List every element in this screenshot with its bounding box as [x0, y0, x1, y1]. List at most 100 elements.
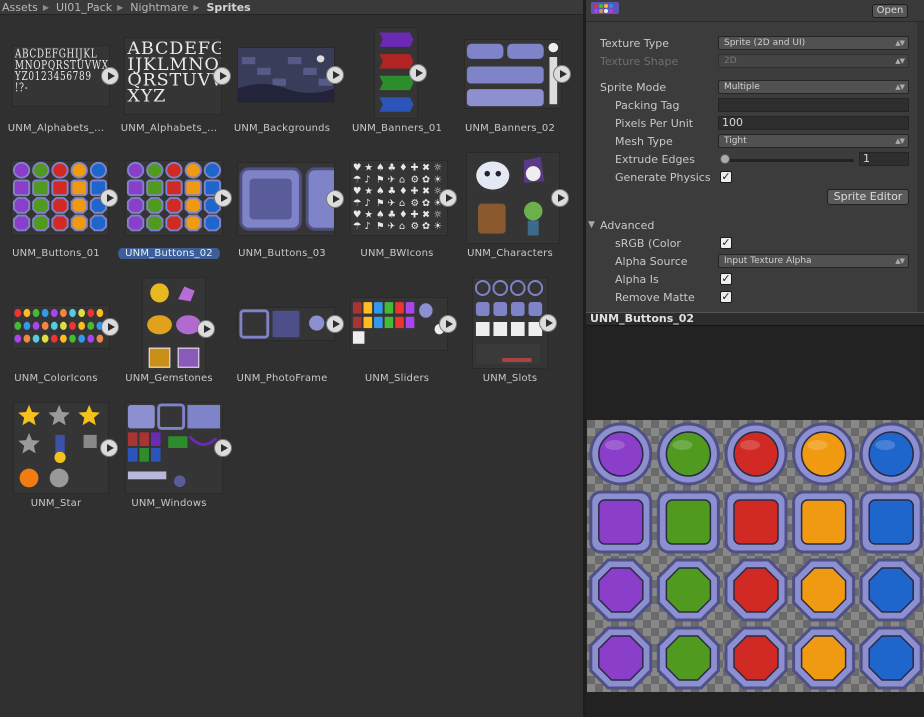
- sprite-mode-dropdown[interactable]: Multiple ▲▼: [718, 80, 909, 94]
- svg-text:♦: ♦: [399, 163, 408, 174]
- sprite-button: [589, 490, 653, 554]
- breadcrumb-ui01-pack[interactable]: UI01_Pack: [54, 1, 112, 14]
- asset-thumbnail[interactable]: ABCDEFGHIJKLMNOPQRSTUVWXYZ: [124, 37, 222, 115]
- asset-tile[interactable]: UNM_Characters: [454, 152, 569, 264]
- advanced-label: Advanced: [600, 219, 655, 232]
- inspector-header: Open: [586, 0, 924, 22]
- svg-text:♣: ♣: [387, 209, 396, 220]
- expand-sprites-icon[interactable]: [551, 189, 569, 207]
- svg-text:✿: ✿: [422, 174, 430, 185]
- svg-text:♪: ♪: [364, 174, 370, 185]
- asset-tile[interactable]: UNM_Banners_02: [454, 27, 571, 139]
- asset-name: UNM_PhotoFrame: [226, 373, 338, 384]
- asset-thumbnail[interactable]: [237, 307, 335, 341]
- asset-tile[interactable]: UNM_Buttons_03: [226, 152, 344, 264]
- asset-thumbnail[interactable]: [472, 277, 548, 369]
- svg-text:☼: ☼: [434, 163, 443, 174]
- foldout-arrow-icon[interactable]: ▼: [588, 220, 595, 230]
- asset-thumbnail[interactable]: [466, 152, 560, 244]
- mesh-type-row: Mesh Type Tight ▲▼: [586, 133, 924, 151]
- texture-type-dropdown[interactable]: Sprite (2D and UI) ▲▼: [718, 36, 909, 50]
- texture-shape-dropdown: 2D ▲▼: [718, 54, 909, 68]
- asset-name-text: UNM_Buttons_03: [238, 248, 326, 259]
- srgb-checkbox[interactable]: ✓: [720, 237, 732, 249]
- asset-tile[interactable]: UNM_Star: [0, 402, 118, 514]
- sprite-editor-button[interactable]: Sprite Editor: [827, 189, 909, 205]
- remove-matte-checkbox[interactable]: ✓: [720, 291, 732, 303]
- asset-tile[interactable]: UNM_PhotoFrame: [226, 277, 344, 389]
- sprite-button: [656, 422, 720, 486]
- svg-text:⌂: ⌂: [399, 198, 405, 209]
- alpha-source-label: Alpha Source: [615, 255, 688, 268]
- asset-tile[interactable]: UNM_Gemstones: [113, 277, 225, 389]
- inspector-scrollbar[interactable]: [917, 22, 924, 312]
- expand-sprites-icon[interactable]: [553, 65, 571, 83]
- asset-tile[interactable]: UNM_Banners_01: [341, 27, 453, 139]
- asset-name: UNM_Sliders: [341, 373, 453, 384]
- alpha-is-checkbox[interactable]: ✓: [720, 273, 732, 285]
- asset-thumbnail[interactable]: ABCDEFGHIJKL MNOPQRSTUVWX YZ0123456789 !?-: [12, 45, 110, 107]
- svg-text:♥: ♥: [353, 163, 362, 174]
- breadcrumb-separator-icon: ▶: [117, 2, 124, 12]
- svg-text:☀: ☀: [434, 174, 443, 185]
- expand-sprites-icon[interactable]: [197, 320, 215, 338]
- extrude-edges-slider-knob[interactable]: [720, 154, 730, 164]
- asset-name-text: UNM_Alphabets_...: [7, 123, 105, 134]
- open-button[interactable]: Open: [872, 4, 908, 18]
- packing-tag-row: Packing Tag: [586, 97, 924, 115]
- asset-thumbnail[interactable]: [237, 162, 335, 236]
- asset-tile[interactable]: UNM_Sliders: [341, 277, 457, 389]
- texture-type-label: Texture Type: [600, 37, 670, 50]
- asset-thumbnail[interactable]: ♥ ★ ♠ ♣ ♦ ✚ ✖ ☼ ☂ ♪ ⚑ ✈ ⌂ ⚙ ✿ ☀ ♥ ★ ♠ ♣ ♦ ✚ ✖ ☼ ☂ ♪ ⚑ ✈ ⌂ ⚙ ✿ ☀ ♥ ★ ♠ ♣ ♦ ✚ ✖ ☼…: [350, 160, 448, 236]
- asset-tile[interactable]: UNM_ColorIcons: [0, 277, 119, 389]
- svg-text:✚: ✚: [411, 186, 419, 197]
- sprite-button: [859, 490, 923, 554]
- svg-text:!?-: !?-: [15, 81, 28, 95]
- extrude-edges-label: Extrude Edges: [615, 153, 695, 166]
- breadcrumb-nightmare[interactable]: Nightmare: [128, 1, 188, 14]
- packing-tag-input[interactable]: [718, 98, 909, 112]
- mesh-type-dropdown[interactable]: Tight ▲▼: [718, 134, 909, 148]
- alpha-source-dropdown[interactable]: Input Texture Alpha ▲▼: [718, 254, 909, 268]
- svg-text:♠: ♠: [376, 186, 385, 197]
- asset-name: UNM_Banners_01: [341, 123, 453, 134]
- asset-tile[interactable]: UNM_Windows: [113, 402, 232, 514]
- extrude-edges-input[interactable]: 1: [859, 152, 909, 166]
- svg-text:⚑: ⚑: [376, 198, 385, 209]
- asset-tile[interactable]: UNM_Backgrounds: [226, 27, 344, 139]
- asset-tile[interactable]: UNM_Slots: [454, 277, 566, 389]
- dropdown-arrows-icon: ▲▼: [895, 257, 905, 265]
- asset-thumbnail[interactable]: [13, 402, 109, 494]
- pixels-per-unit-input[interactable]: 100: [718, 116, 909, 130]
- expand-sprites-icon[interactable]: [214, 439, 232, 457]
- asset-thumbnail[interactable]: [125, 402, 223, 494]
- svg-text:★: ★: [364, 209, 373, 220]
- asset-tile[interactable]: ♥ ★ ♠ ♣ ♦ ✚ ✖ ☼ ☂ ♪ ⚑ ✈ ⌂ ⚙ ✿ ☀ ♥ ★ ♠ ♣ ♦ ✚ ✖ ☼ ☂ ♪ ⚑ ✈ ⌂ ⚙ ✿ ☀ ♥ ★ ♠ ♣ ♦ ✚ ✖ ☼…: [341, 152, 457, 264]
- asset-thumbnail[interactable]: [12, 305, 110, 349]
- asset-thumbnail[interactable]: [350, 297, 448, 351]
- asset-thumbnail[interactable]: [125, 160, 223, 236]
- texture-type-value: Sprite (2D and UI): [724, 38, 806, 48]
- extrude-edges-slider[interactable]: [724, 159, 854, 162]
- breadcrumb-assets[interactable]: Assets: [0, 1, 38, 14]
- asset-tile[interactable]: UNM_Buttons_01: [0, 152, 118, 264]
- generate-physics-row: Generate Physics ✓: [586, 169, 924, 187]
- alpha-is-label: Alpha Is: [615, 273, 659, 286]
- asset-tile[interactable]: UNM_Buttons_02: [113, 152, 232, 264]
- asset-name: UNM_Gemstones: [113, 373, 225, 384]
- sprite-button: [792, 490, 856, 554]
- breadcrumb-sprites[interactable]: Sprites: [204, 1, 250, 14]
- advanced-foldout[interactable]: ▼ Advanced: [586, 217, 924, 235]
- asset-thumbnail[interactable]: [237, 47, 335, 103]
- asset-tile[interactable]: ABCDEFGHIJKL MNOPQRSTUVWX YZ0123456789 !?- U…: [0, 27, 119, 139]
- expand-sprites-icon[interactable]: [409, 64, 427, 82]
- generate-physics-checkbox[interactable]: ✓: [720, 171, 732, 183]
- expand-sprites-icon[interactable]: [539, 314, 557, 332]
- asset-thumbnail[interactable]: [464, 39, 562, 109]
- sprite-sheet-preview: [587, 420, 924, 692]
- svg-text:⚑: ⚑: [376, 174, 385, 185]
- sprite-button: [792, 626, 856, 690]
- asset-tile[interactable]: ABCDEFGHIJKLMNOPQRSTUVWXYZ UNM_Alphabets_…: [113, 27, 231, 139]
- asset-thumbnail[interactable]: [11, 160, 109, 236]
- svg-text:☂: ☂: [353, 198, 362, 209]
